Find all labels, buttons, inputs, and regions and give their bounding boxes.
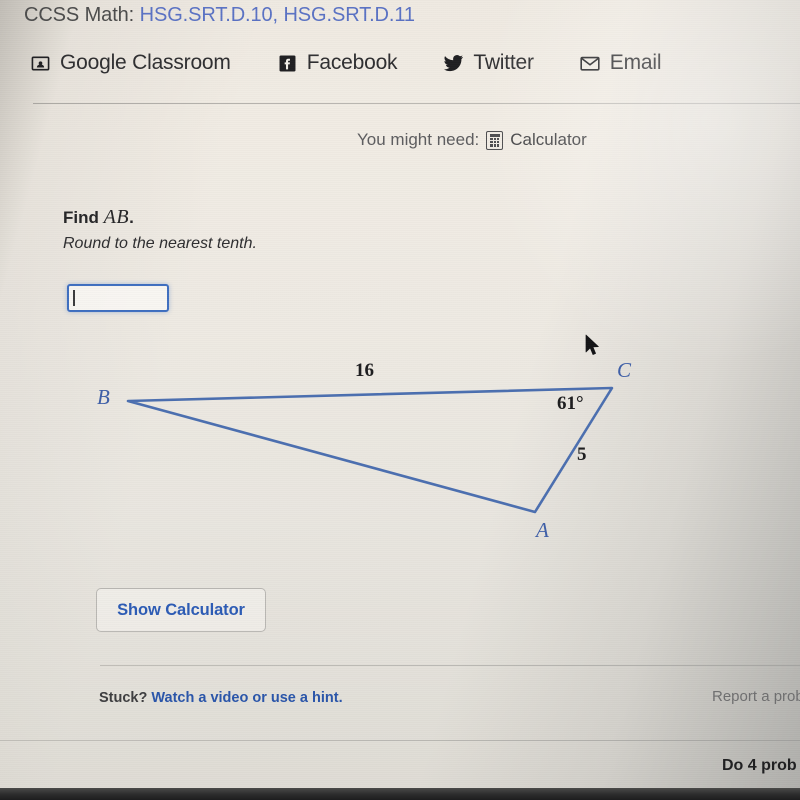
twitter-icon <box>443 53 464 74</box>
vertex-label-b: B <box>97 385 110 409</box>
vertex-label-a: A <box>536 518 549 542</box>
divider-below-share-bar <box>33 103 800 104</box>
stuck-row: Stuck? Watch a video or use a hint. <box>99 690 343 706</box>
share-bar: Google Classroom Facebook Twitter Email <box>30 51 662 75</box>
monitor-bezel <box>0 788 800 800</box>
share-facebook[interactable]: Facebook <box>277 51 398 75</box>
calculator-icon <box>486 130 504 150</box>
stuck-label: Stuck? <box>99 690 148 706</box>
instruction-target: AB <box>103 206 130 228</box>
share-label: Twitter <box>473 51 534 74</box>
divider-above-footer <box>100 665 800 666</box>
angle-measure-c: 61° <box>557 393 584 414</box>
calculator-link[interactable]: Calculator <box>510 130 587 150</box>
answer-input[interactable] <box>67 284 169 312</box>
show-calculator-button[interactable]: Show Calculator <box>96 588 266 632</box>
instruction-prefix: Find <box>63 208 99 227</box>
exercise-page: CCSS Math: HSG.SRT.D.10, HSG.SRT.D.11 Go… <box>0 0 800 800</box>
calculator-keys <box>490 137 500 147</box>
mouse-pointer-icon <box>585 334 599 355</box>
report-problem-link[interactable]: Report a prob <box>712 688 800 705</box>
watch-video-hint-link[interactable]: Watch a video or use a hint. <box>151 690 342 706</box>
divider-bottom <box>0 740 800 741</box>
photographed-screen: CCSS Math: HSG.SRT.D.10, HSG.SRT.D.11 Go… <box>0 0 800 800</box>
you-might-need-row: You might need: Calculator <box>357 130 587 150</box>
triangle-shape <box>126 386 614 514</box>
facebook-icon <box>277 53 298 74</box>
share-google-classroom[interactable]: Google Classroom <box>30 51 231 75</box>
share-label: Google Classroom <box>60 51 231 74</box>
share-label: Email <box>609 51 662 74</box>
calculator-screen <box>489 133 500 137</box>
problem-instruction: Find AB. <box>63 206 134 229</box>
answer-input-caret <box>73 290 75 306</box>
share-twitter[interactable]: Twitter <box>443 51 534 75</box>
side-measure-ca: 5 <box>577 444 587 465</box>
ccss-codes-link[interactable]: HSG.SRT.D.10, HSG.SRT.D.11 <box>140 4 415 26</box>
instruction-suffix: . <box>129 208 134 227</box>
email-icon <box>580 53 601 74</box>
triangle-figure <box>126 386 614 514</box>
share-email[interactable]: Email <box>580 51 662 75</box>
side-measure-bc: 16 <box>355 360 374 381</box>
rounding-note: Round to the nearest tenth. <box>63 235 257 252</box>
vertex-label-c: C <box>617 358 632 382</box>
ccss-prefix: CCSS Math: <box>24 4 135 26</box>
ccss-standards-line: CCSS Math: HSG.SRT.D.10, HSG.SRT.D.11 <box>24 4 415 27</box>
share-label: Facebook <box>306 51 398 74</box>
do-problems-label[interactable]: Do 4 prob <box>722 757 797 775</box>
you-might-need-label: You might need: <box>357 130 480 149</box>
google-classroom-icon <box>30 53 51 74</box>
